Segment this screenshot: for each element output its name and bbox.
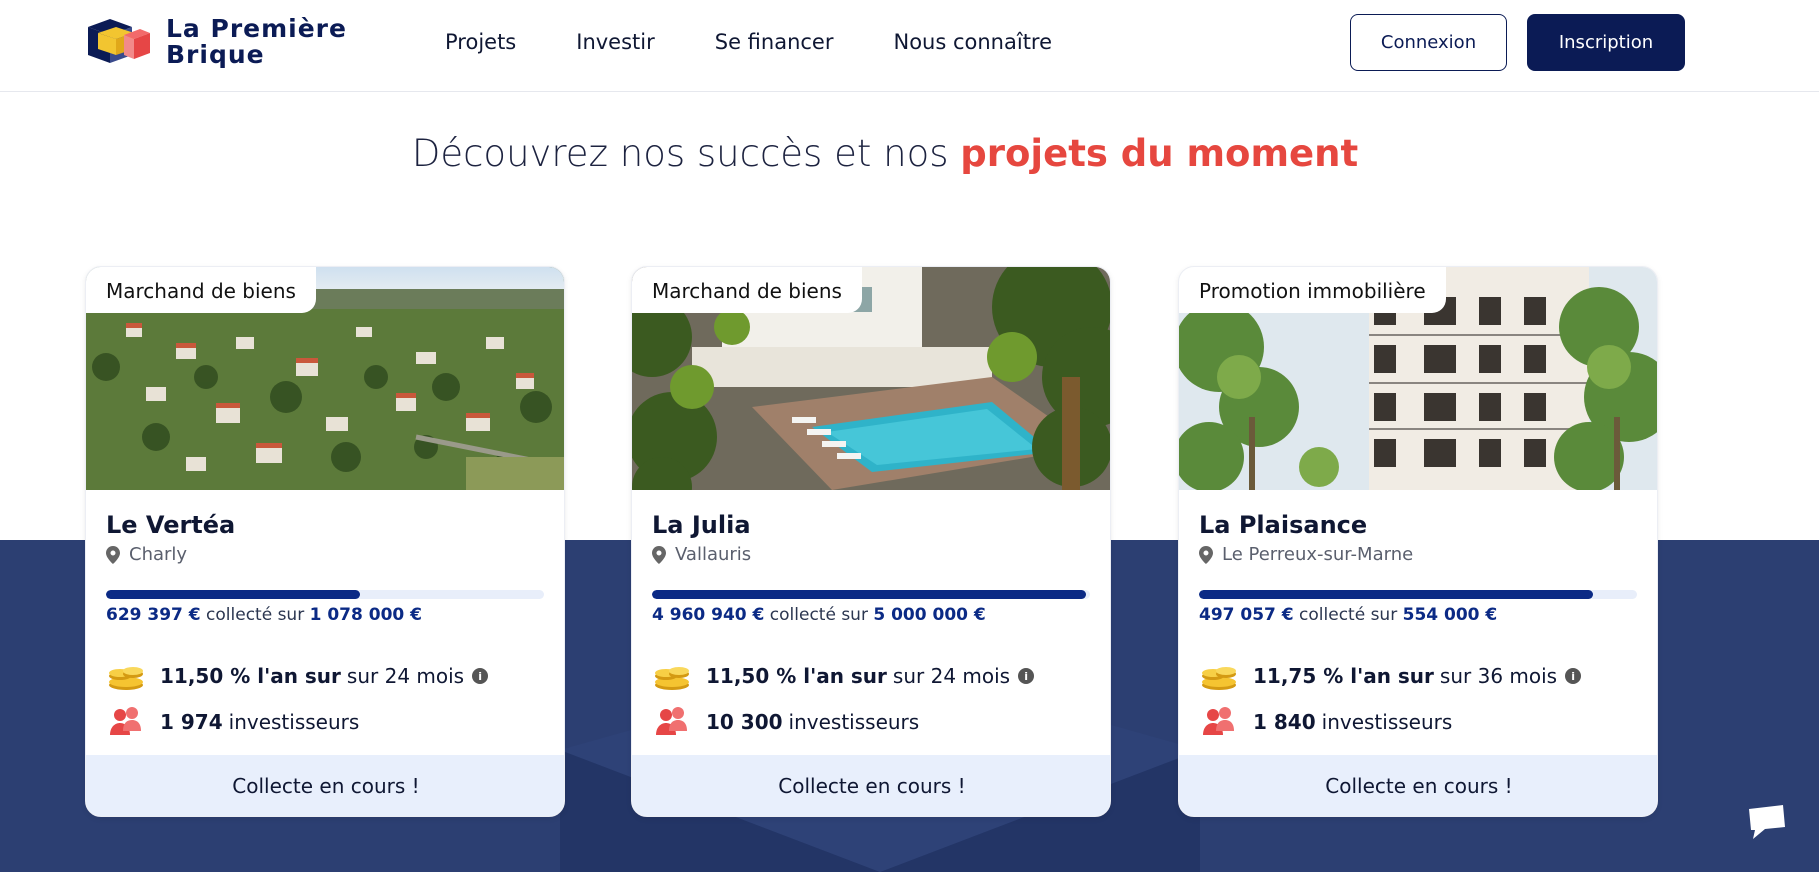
rate-duration: sur 36 mois bbox=[1439, 664, 1558, 688]
people-icon bbox=[110, 707, 141, 735]
gold-coins-icon bbox=[1202, 667, 1236, 690]
nav-nous-connaitre[interactable]: Nous connaître bbox=[894, 30, 1053, 54]
project-category-tag: Marchand de biens bbox=[86, 267, 316, 313]
main-nav: Projets Investir Se financer Nous connaî… bbox=[445, 30, 1112, 54]
brick-cube-logo-icon bbox=[88, 19, 150, 63]
location-label: Vallauris bbox=[675, 544, 752, 565]
interest-rate: 11,50 % l'an sur sur 24 mois i bbox=[652, 661, 1035, 691]
collected-text: collecté sur bbox=[1293, 605, 1403, 625]
investors-label: investisseurs bbox=[1321, 710, 1453, 734]
goal-amount: 554 000 € bbox=[1402, 605, 1498, 625]
investors-count: 1 840 investisseurs bbox=[1199, 705, 1452, 739]
section-headline: Découvrez nos succès et nos projets du m… bbox=[0, 132, 1770, 175]
info-icon[interactable]: i bbox=[1565, 668, 1582, 684]
investors-count: 1 974 investisseurs bbox=[106, 705, 359, 739]
rate-value: 11,75 % l'an sur bbox=[1253, 664, 1434, 688]
logo[interactable]: La Première Brique bbox=[84, 16, 347, 68]
interest-rate: 11,50 % l'an sur sur 24 mois i bbox=[106, 661, 489, 691]
project-card[interactable]: Marchand de biens La Julia Vallauris 4 9… bbox=[631, 266, 1111, 817]
location-label: Charly bbox=[129, 544, 188, 565]
headline-accent: projets du moment bbox=[960, 132, 1359, 175]
funding-summary: 4 960 940 € collecté sur 5 000 000 € bbox=[652, 605, 986, 625]
collected-text: collecté sur bbox=[200, 605, 310, 625]
location-label: Le Perreux-sur-Marne bbox=[1222, 544, 1414, 565]
map-pin-icon bbox=[106, 545, 120, 564]
map-pin-icon bbox=[1199, 545, 1213, 564]
investors-number: 1 974 bbox=[160, 710, 223, 734]
goal-amount: 1 078 000 € bbox=[309, 605, 422, 625]
project-card[interactable]: Marchand de biens Le Vertéa Charly 629 3… bbox=[85, 266, 565, 817]
funding-progress-bar bbox=[652, 590, 1090, 599]
gold-coins-icon bbox=[109, 667, 143, 690]
project-category-tag: Promotion immobilière bbox=[1179, 267, 1446, 313]
nav-se-financer[interactable]: Se financer bbox=[715, 30, 834, 54]
rate-duration: sur 24 mois bbox=[346, 664, 465, 688]
status-banner: Collecte en cours ! bbox=[86, 755, 564, 816]
rate-value: 11,50 % l'an sur bbox=[160, 664, 341, 688]
progress-fill bbox=[106, 590, 361, 599]
collected-amount: 4 960 940 € bbox=[652, 605, 765, 625]
people-icon bbox=[1203, 707, 1234, 735]
info-icon[interactable]: i bbox=[1018, 668, 1035, 684]
rate-duration: sur 24 mois bbox=[892, 664, 1011, 688]
nav-projets[interactable]: Projets bbox=[445, 30, 516, 54]
collected-amount: 629 397 € bbox=[106, 605, 201, 625]
progress-fill bbox=[652, 590, 1086, 599]
map-pin-icon bbox=[652, 545, 666, 564]
status-banner: Collecte en cours ! bbox=[1179, 755, 1657, 816]
info-icon[interactable]: i bbox=[472, 668, 489, 684]
investors-number: 1 840 bbox=[1253, 710, 1316, 734]
project-card[interactable]: Promotion immobilière La Plaisance Le Pe… bbox=[1178, 266, 1658, 817]
progress-fill bbox=[1199, 590, 1594, 599]
funding-progress-bar bbox=[106, 590, 544, 599]
collected-text: collecté sur bbox=[764, 605, 874, 625]
logo-line-2: Brique bbox=[166, 40, 265, 69]
rate-value: 11,50 % l'an sur bbox=[706, 664, 887, 688]
funding-progress-bar bbox=[1199, 590, 1637, 599]
chat-bubble-icon[interactable] bbox=[1745, 801, 1789, 841]
project-title: La Julia bbox=[652, 511, 751, 539]
funding-summary: 497 057 € collecté sur 554 000 € bbox=[1199, 605, 1497, 625]
people-icon bbox=[656, 707, 687, 735]
project-title: Le Vertéa bbox=[106, 511, 236, 539]
project-location: Charly bbox=[106, 544, 187, 565]
project-location: Vallauris bbox=[652, 544, 751, 565]
login-button[interactable]: Connexion bbox=[1350, 14, 1507, 71]
project-category-tag: Marchand de biens bbox=[632, 267, 862, 313]
collected-amount: 497 057 € bbox=[1199, 605, 1294, 625]
investors-number: 10 300 bbox=[706, 710, 783, 734]
site-header: La Première Brique Projets Investir Se f… bbox=[0, 0, 1819, 92]
gold-coins-icon bbox=[655, 667, 689, 690]
investors-label: investisseurs bbox=[228, 710, 360, 734]
project-location: Le Perreux-sur-Marne bbox=[1199, 544, 1413, 565]
signup-button[interactable]: Inscription bbox=[1527, 14, 1685, 71]
project-title: La Plaisance bbox=[1199, 511, 1368, 539]
investors-label: investisseurs bbox=[788, 710, 920, 734]
status-banner: Collecte en cours ! bbox=[632, 755, 1110, 816]
goal-amount: 5 000 000 € bbox=[873, 605, 986, 625]
funding-summary: 629 397 € collecté sur 1 078 000 € bbox=[106, 605, 422, 625]
interest-rate: 11,75 % l'an sur sur 36 mois i bbox=[1199, 661, 1582, 691]
headline-prefix: Découvrez nos succès et nos bbox=[411, 132, 961, 175]
logo-line-1: La Première bbox=[166, 14, 347, 43]
investors-count: 10 300 investisseurs bbox=[652, 705, 919, 739]
nav-investir[interactable]: Investir bbox=[576, 30, 655, 54]
